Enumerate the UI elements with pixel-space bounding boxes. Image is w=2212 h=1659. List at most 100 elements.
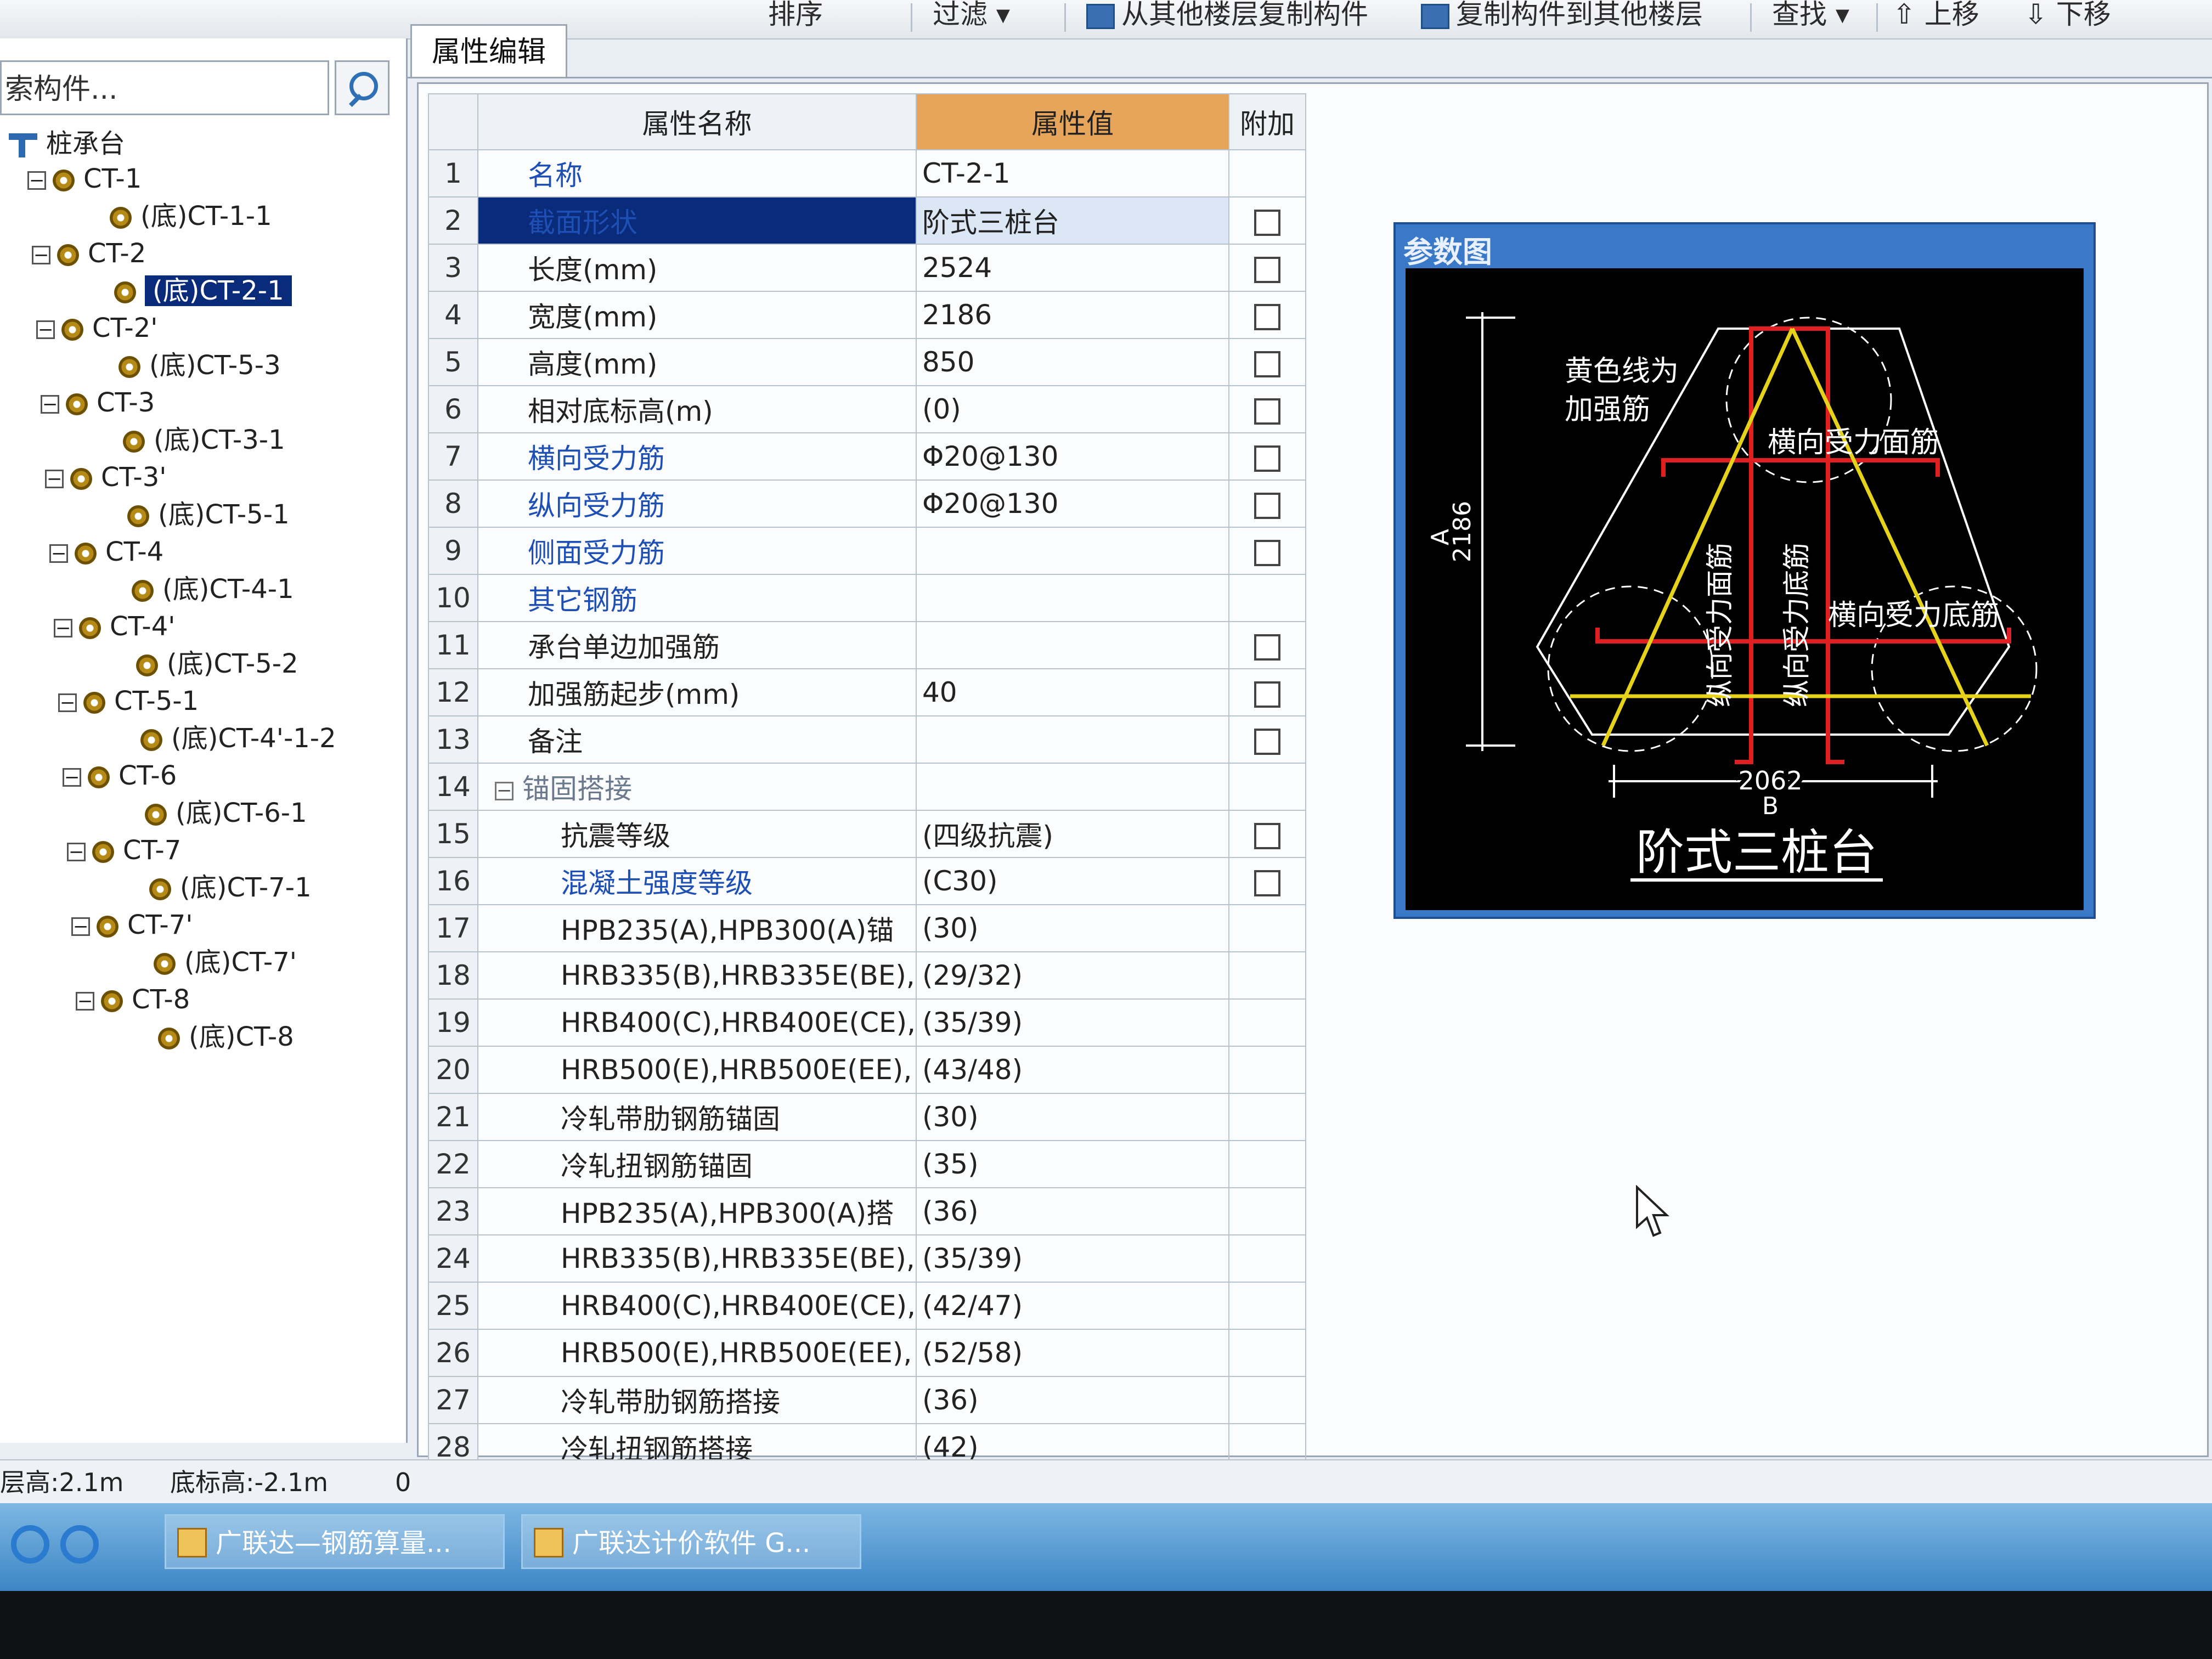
tree-node[interactable]: − CT-7' xyxy=(71,907,193,943)
property-value[interactable]: (35) xyxy=(915,1140,1229,1188)
move-down-button[interactable]: ⇩ 下移 xyxy=(2024,0,2111,33)
tree-node[interactable]: − CT-4 xyxy=(49,534,163,569)
taskbar-app-pricing[interactable]: 广联达计价软件 G... xyxy=(521,1514,861,1569)
property-row[interactable]: 5 高度(mm) 850 xyxy=(428,338,1306,386)
property-value[interactable] xyxy=(915,527,1229,575)
property-row[interactable]: 25 HRB400(C),HRB400E(CE), (42/47) xyxy=(428,1282,1306,1330)
additional-checkbox[interactable] xyxy=(1254,822,1280,849)
property-value[interactable]: 2524 xyxy=(915,244,1229,292)
additional-checkbox[interactable] xyxy=(1254,634,1280,661)
tree-leaf[interactable]: (底)CT-7' xyxy=(154,945,297,980)
property-value[interactable] xyxy=(915,621,1229,669)
collapse-icon[interactable]: − xyxy=(32,246,50,264)
collapse-icon[interactable]: − xyxy=(41,395,59,414)
property-value[interactable]: 2186 xyxy=(915,291,1229,339)
collapse-icon[interactable]: − xyxy=(67,843,86,861)
property-row[interactable]: 6 相对底标高(m) (0) xyxy=(428,385,1306,433)
property-value[interactable] xyxy=(915,715,1229,764)
collapse-icon[interactable]: − xyxy=(49,544,68,563)
additional-checkbox-cell[interactable] xyxy=(1228,432,1306,481)
property-row[interactable]: 26 HRB500(E),HRB500E(EE), (52/58) xyxy=(428,1329,1306,1377)
property-row[interactable]: 12 加强筋起步(mm) 40 xyxy=(428,668,1306,716)
property-row[interactable]: 13 备注 xyxy=(428,715,1306,764)
move-up-button[interactable]: ⇧ 上移 xyxy=(1893,0,1979,33)
additional-checkbox-cell[interactable] xyxy=(1228,668,1306,716)
additional-checkbox-cell[interactable] xyxy=(1228,479,1306,528)
tree-leaf[interactable]: (底)CT-8 xyxy=(158,1019,294,1054)
tab-property-edit[interactable]: 属性编辑 xyxy=(410,24,567,78)
tree-node[interactable]: − CT-1 xyxy=(27,161,142,196)
tree-node[interactable]: − CT-2 xyxy=(32,236,146,271)
collapse-icon[interactable]: − xyxy=(45,470,64,488)
property-value[interactable]: (29/32) xyxy=(915,951,1229,1000)
property-row[interactable]: 7 横向受力筋 Φ20@130 xyxy=(428,432,1306,481)
property-value[interactable]: 40 xyxy=(915,668,1229,716)
browser-icon[interactable] xyxy=(60,1525,99,1564)
sort-button[interactable]: 排序 xyxy=(768,0,823,33)
additional-checkbox-cell[interactable] xyxy=(1228,385,1306,433)
additional-checkbox-cell[interactable] xyxy=(1228,291,1306,339)
tree-leaf[interactable]: (底)CT-6-1 xyxy=(145,795,307,831)
collapse-icon[interactable]: − xyxy=(36,320,55,339)
additional-checkbox[interactable] xyxy=(1254,351,1280,377)
property-row[interactable]: 17 HPB235(A),HPB300(A)锚 (30) xyxy=(428,904,1306,952)
property-value[interactable]: (0) xyxy=(915,385,1229,433)
tree-leaf[interactable]: (底)CT-4-1 xyxy=(132,572,294,607)
taskbar-app-rebar[interactable]: 广联达—钢筋算量... xyxy=(165,1514,505,1569)
additional-checkbox[interactable] xyxy=(1254,445,1280,472)
property-value[interactable]: 850 xyxy=(915,338,1229,386)
additional-checkbox-cell[interactable] xyxy=(1228,715,1306,764)
additional-checkbox[interactable] xyxy=(1254,209,1280,236)
additional-checkbox[interactable] xyxy=(1254,681,1280,708)
tree-node[interactable]: − CT-3' xyxy=(45,460,166,495)
property-row[interactable]: 24 HRB335(B),HRB335E(BE), (35/39) xyxy=(428,1234,1306,1283)
property-value[interactable]: (42/47) xyxy=(915,1282,1229,1330)
collapse-icon[interactable]: − xyxy=(54,619,72,637)
property-value[interactable]: (30) xyxy=(915,1093,1229,1141)
property-value[interactable] xyxy=(915,574,1229,622)
property-row[interactable]: 15 抗震等级 (四级抗震) xyxy=(428,810,1306,858)
additional-checkbox-cell[interactable] xyxy=(1228,527,1306,575)
property-value[interactable]: Φ20@130 xyxy=(915,479,1229,528)
browser-icon[interactable] xyxy=(11,1525,49,1564)
property-row[interactable]: 21 冷轧带肋钢筋锚固 (30) xyxy=(428,1093,1306,1141)
property-value[interactable]: Φ20@130 xyxy=(915,432,1229,481)
property-row[interactable]: 19 HRB400(C),HRB400E(CE), (35/39) xyxy=(428,998,1306,1047)
property-value[interactable]: (30) xyxy=(915,904,1229,952)
additional-checkbox[interactable] xyxy=(1254,398,1280,425)
tree-node[interactable]: − CT-3 xyxy=(41,385,155,420)
tree-node[interactable]: − CT-5-1 xyxy=(58,684,199,719)
collapse-icon[interactable]: − xyxy=(76,992,94,1011)
property-value[interactable]: (52/58) xyxy=(915,1329,1229,1377)
property-row[interactable]: 14− 锚固搭接 xyxy=(428,763,1306,811)
tree-leaf[interactable]: (底)CT-2-1 xyxy=(114,273,292,308)
collapse-icon[interactable]: − xyxy=(58,693,77,712)
tree-leaf[interactable]: (底)CT-1-1 xyxy=(110,199,272,234)
tree-node[interactable]: − CT-6 xyxy=(63,758,177,793)
additional-checkbox[interactable] xyxy=(1254,728,1280,755)
additional-checkbox-cell[interactable] xyxy=(1228,857,1306,905)
collapse-icon[interactable]: − xyxy=(63,768,81,787)
collapse-icon[interactable]: − xyxy=(495,781,514,800)
tree-node[interactable]: − CT-8 xyxy=(76,982,190,1017)
property-row[interactable]: 20 HRB500(E),HRB500E(EE), (43/48) xyxy=(428,1046,1306,1094)
property-row[interactable]: 3 长度(mm) 2524 xyxy=(428,244,1306,292)
property-row[interactable]: 1 名称 CT-2-1 xyxy=(428,149,1306,198)
collapse-icon[interactable]: − xyxy=(71,917,90,936)
property-row[interactable]: 10 其它钢筋 xyxy=(428,574,1306,622)
component-search-input[interactable]: 索构件... xyxy=(0,60,329,115)
tree-leaf[interactable]: (底)CT-7-1 xyxy=(149,870,312,905)
property-row[interactable]: 2 截面形状 阶式三桩台 xyxy=(428,196,1306,245)
tree-leaf[interactable]: (底)CT-3-1 xyxy=(123,422,285,458)
property-row[interactable]: 11 承台单边加强筋 xyxy=(428,621,1306,669)
property-row[interactable]: 22 冷轧扭钢筋锚固 (35) xyxy=(428,1140,1306,1188)
tree-leaf[interactable]: (底)CT-5-3 xyxy=(119,348,281,383)
additional-checkbox-cell[interactable] xyxy=(1228,621,1306,669)
tree-leaf[interactable]: (底)CT-4'-1-2 xyxy=(140,721,336,756)
tree-root-pile-cap[interactable]: 桩承台 xyxy=(9,126,125,161)
additional-checkbox-cell[interactable] xyxy=(1228,810,1306,858)
property-value[interactable]: (36) xyxy=(915,1376,1229,1424)
property-row[interactable]: 4 宽度(mm) 2186 xyxy=(428,291,1306,339)
property-row[interactable]: 27 冷轧带肋钢筋搭接 (36) xyxy=(428,1376,1306,1424)
property-row[interactable]: 16 混凝土强度等级 (C30) xyxy=(428,857,1306,905)
